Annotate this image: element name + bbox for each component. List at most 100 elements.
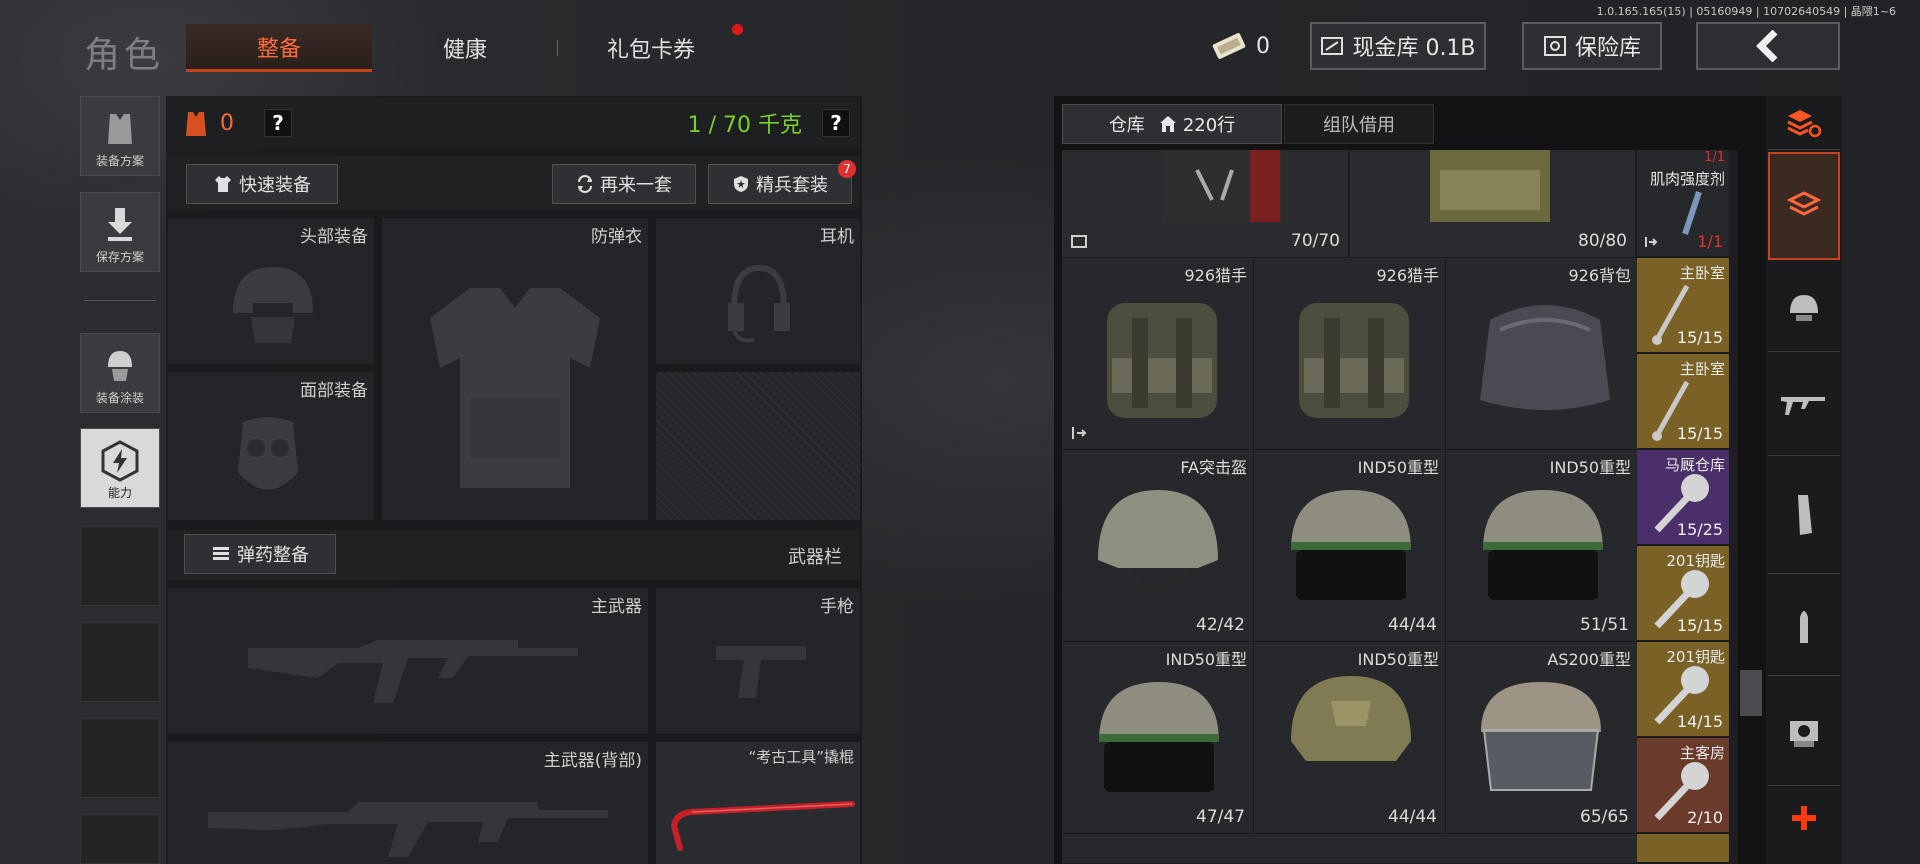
bag-item-icon <box>1480 305 1610 410</box>
backpack-item-icon <box>1299 303 1409 418</box>
storage-scrollbar[interactable] <box>1740 670 1762 716</box>
backpack-item-icon <box>1107 303 1217 418</box>
gasmask-silhouette-icon <box>238 417 298 490</box>
item-count: 14/15 <box>1676 712 1723 731</box>
tab-equip[interactable]: 整备 <box>186 24 372 72</box>
item-cell[interactable]: IND50重型 44/44 <box>1254 450 1446 642</box>
magazine-icon <box>1798 494 1812 535</box>
item-name: 主卧室 <box>1679 264 1725 282</box>
helmet-silhouette-icon <box>233 267 313 343</box>
ability-bolt-icon <box>101 440 139 482</box>
item-count: 2/10 <box>1687 808 1723 827</box>
item-name: 主卧室 <box>1679 360 1725 378</box>
armor-icon <box>186 112 206 136</box>
tab-equip-label: 整备 <box>256 36 301 62</box>
category-weapon[interactable] <box>1768 352 1840 456</box>
key-cell[interactable]: 201钥匙 15/15 <box>1637 546 1729 642</box>
back-button[interactable] <box>1696 22 1840 70</box>
side-divider <box>84 300 156 301</box>
item-name: 926猎手 <box>1376 266 1439 285</box>
slot-pistol[interactable]: 手枪 <box>656 588 860 734</box>
tab-gift[interactable]: 礼包卡券 <box>558 24 744 72</box>
safe-icon <box>1543 36 1566 56</box>
tab-team-borrow[interactable]: 组队借用 <box>1284 104 1434 144</box>
key-cell[interactable]: 马厩仓库 15/25 <box>1637 450 1729 546</box>
key-cell[interactable]: 主卧室 15/15 <box>1637 354 1729 450</box>
item-cell[interactable]: 926猎手 <box>1062 258 1254 450</box>
help-icon[interactable]: ? <box>264 109 292 137</box>
ticket-icon <box>1212 33 1246 59</box>
storage-tab-label: 仓库 <box>1108 115 1145 136</box>
slot-headset[interactable]: 耳机 <box>656 218 860 364</box>
key-cell[interactable]: 201钥匙 14/15 <box>1637 642 1729 738</box>
scope-icon <box>1790 720 1818 747</box>
pistol-silhouette-icon <box>716 646 806 698</box>
category-attachment[interactable] <box>1768 676 1840 786</box>
category-ammo[interactable] <box>1768 574 1840 676</box>
item-name: IND50重型 <box>1549 458 1631 477</box>
item-cell[interactable]: FA突击盔 42/42 <box>1062 450 1254 642</box>
reequip-label: 再来一套 <box>600 175 672 196</box>
key-cell-partial <box>1637 834 1729 864</box>
item-cell[interactable]: IND50重型 51/51 <box>1446 450 1638 642</box>
slot-head[interactable]: 头部装备 <box>168 218 374 364</box>
quick-equip-button[interactable]: 快速装备 <box>186 164 338 204</box>
item-cell[interactable]: 926背包 <box>1446 258 1638 450</box>
add-category-button[interactable] <box>1768 788 1840 848</box>
key-cell[interactable]: 1/1 肌肉强度剂 1/1 <box>1637 150 1729 258</box>
item-count: 15/15 <box>1676 424 1723 443</box>
reequip-button[interactable]: 再来一套 <box>552 164 696 204</box>
visor-helmet-item-icon <box>1481 682 1601 791</box>
category-magazine[interactable] <box>1768 456 1840 574</box>
tab-health[interactable]: 健康 <box>372 24 558 72</box>
vest-icon <box>108 114 132 144</box>
page-title: 角色 <box>84 35 165 76</box>
team-tab-label: 组队借用 <box>1323 115 1395 136</box>
item-cell[interactable]: AS200重型 65/65 <box>1446 642 1638 834</box>
item-cell[interactable]: IND50重型 44/44 <box>1254 642 1446 834</box>
gift-notification-dot <box>732 24 743 35</box>
slot-armor[interactable]: 防弹衣 <box>382 218 648 520</box>
item-count: 44/44 <box>1388 807 1437 827</box>
weight-value: 1 / 70 千克 <box>687 113 802 138</box>
cash-vault-button[interactable]: 现金库 0.1B <box>1310 22 1486 70</box>
side-ability[interactable]: 能力 <box>80 428 160 508</box>
item-cell[interactable]: 70/70 <box>1062 150 1349 258</box>
layers-refresh-icon <box>1787 109 1822 137</box>
category-helmet[interactable] <box>1768 262 1840 352</box>
weight-help-icon[interactable]: ? <box>822 109 850 137</box>
item-count: 44/44 <box>1388 615 1437 635</box>
side-save-plan[interactable]: 保存方案 <box>80 192 160 272</box>
tab-storage[interactable]: 仓库 220行 <box>1062 104 1282 144</box>
rifle-silhouette-icon <box>248 640 578 703</box>
item-cell[interactable]: IND50重型 47/47 <box>1062 642 1254 834</box>
ticket-counter[interactable]: 0 <box>1210 28 1270 64</box>
version-text: 1.0.165.165(15) | 05160949 | 10702640549… <box>1596 5 1896 18</box>
cash-icon <box>1321 37 1344 55</box>
item-cell[interactable]: 926猎手 <box>1254 258 1446 450</box>
category-sort-button[interactable] <box>1768 96 1840 150</box>
item-cell[interactable]: 80/80 <box>1350 150 1636 258</box>
slot-label: 头部装备 <box>300 227 368 247</box>
safe-button[interactable]: 保险库 <box>1522 22 1662 70</box>
item-count-top: 1/1 <box>1704 150 1725 165</box>
category-all[interactable] <box>1768 152 1840 260</box>
slot-primary-back[interactable]: 主武器(背部) <box>168 742 648 864</box>
rifle-back-silhouette-icon <box>208 802 608 857</box>
side-skin[interactable]: 装备涂装 <box>80 333 160 413</box>
key-cell[interactable]: 主客房 2/10 <box>1637 738 1729 834</box>
key-cell[interactable]: 主卧室 15/15 <box>1637 258 1729 354</box>
item-count: 51/51 <box>1580 615 1629 635</box>
ammo-equip-button[interactable]: 弹药整备 <box>184 534 336 574</box>
slot-primary-weapon[interactable]: 主武器 <box>168 588 648 734</box>
slot-face[interactable]: 面部装备 <box>168 372 374 520</box>
slot-label: 防弹衣 <box>591 227 642 247</box>
item-name: 926猎手 <box>1184 266 1247 285</box>
tab-health-label: 健康 <box>442 38 487 63</box>
side-loadout-plan[interactable]: 装备方案 <box>80 96 160 176</box>
quick-equip-label: 快速装备 <box>239 175 311 196</box>
elite-set-button[interactable]: 精兵套装 <box>708 164 852 204</box>
item-count: 47/47 <box>1196 807 1245 827</box>
slot-melee[interactable]: “考古工具”撬棍 <box>656 742 860 864</box>
item-count: 15/15 <box>1676 616 1723 635</box>
